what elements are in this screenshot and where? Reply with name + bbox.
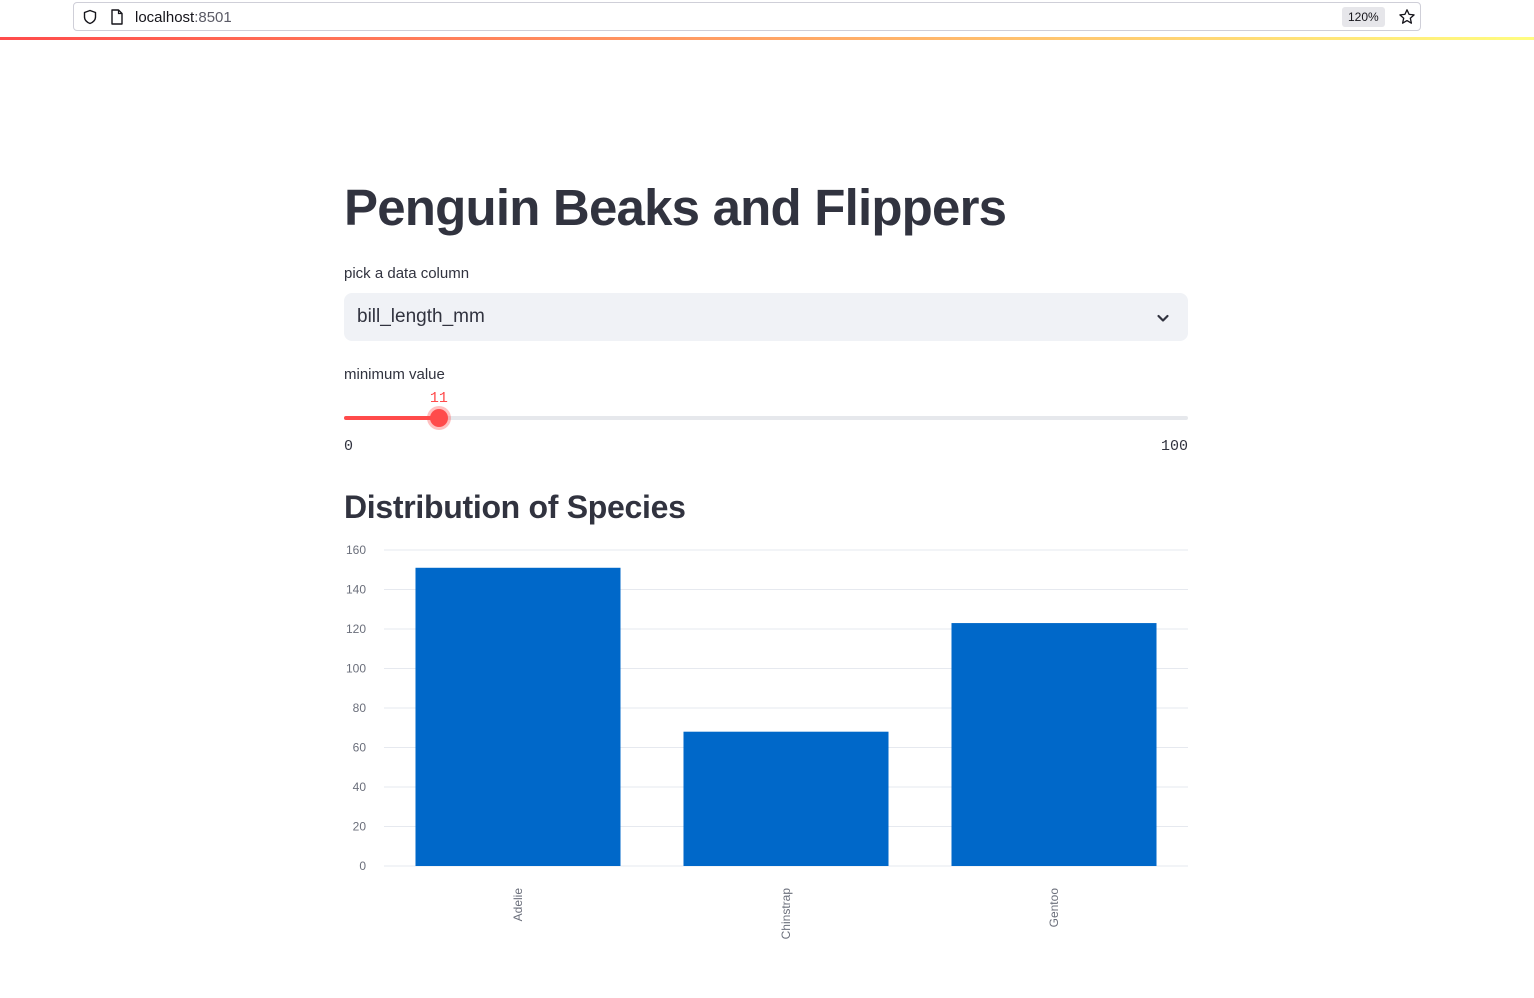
y-tick-label: 100 — [346, 662, 366, 676]
url-host: localhost — [135, 9, 195, 26]
y-tick-label: 20 — [353, 820, 367, 834]
x-tick-label: Gentoo — [1047, 888, 1061, 928]
slider-thumb[interactable] — [429, 409, 448, 427]
select-label: pick a data column — [344, 265, 470, 282]
url-bar[interactable]: localhost:8501 120% — [73, 2, 1421, 31]
data-column-select[interactable]: bill_length_mm — [344, 293, 1188, 341]
slider-label: minimum value — [344, 366, 445, 383]
slider-track-fill — [344, 416, 439, 420]
bar — [683, 731, 889, 866]
select-value: bill_length_mm — [357, 306, 485, 327]
slider-max-label: 100 — [1160, 438, 1188, 455]
y-tick-label: 40 — [353, 780, 367, 794]
y-tick-label: 80 — [353, 701, 367, 715]
slider-track[interactable] — [344, 416, 1188, 420]
bar — [951, 623, 1157, 866]
app-decoration-bar — [0, 37, 1534, 40]
x-tick-label: Chinstrap — [779, 888, 793, 940]
y-tick-label: 120 — [346, 622, 366, 636]
zoom-level-badge[interactable]: 120% — [1342, 7, 1385, 27]
y-tick-label: 60 — [353, 741, 367, 755]
y-tick-label: 160 — [346, 543, 366, 557]
url-port: :8501 — [194, 9, 232, 26]
y-tick-label: 0 — [359, 859, 366, 873]
species-bar-chart: 0 20 40 60 80 100 120 140 160 Adelie Chinstrap Gent… — [346, 543, 1188, 940]
slider-current-value: 11 — [429, 390, 448, 407]
section-heading: Distribution of Species — [344, 489, 686, 525]
page-icon — [111, 9, 123, 25]
page-title: Penguin Beaks and Flippers — [344, 179, 1007, 236]
bar — [415, 567, 621, 866]
x-tick-label: Adelie — [511, 888, 525, 922]
shield-icon[interactable] — [82, 9, 98, 25]
url-text[interactable]: localhost:8501 — [135, 9, 232, 26]
chevron-down-icon — [1157, 314, 1169, 322]
bookmark-star-icon[interactable] — [1398, 8, 1416, 26]
y-tick-label: 140 — [346, 583, 366, 597]
slider-min-label: 0 — [344, 438, 354, 455]
